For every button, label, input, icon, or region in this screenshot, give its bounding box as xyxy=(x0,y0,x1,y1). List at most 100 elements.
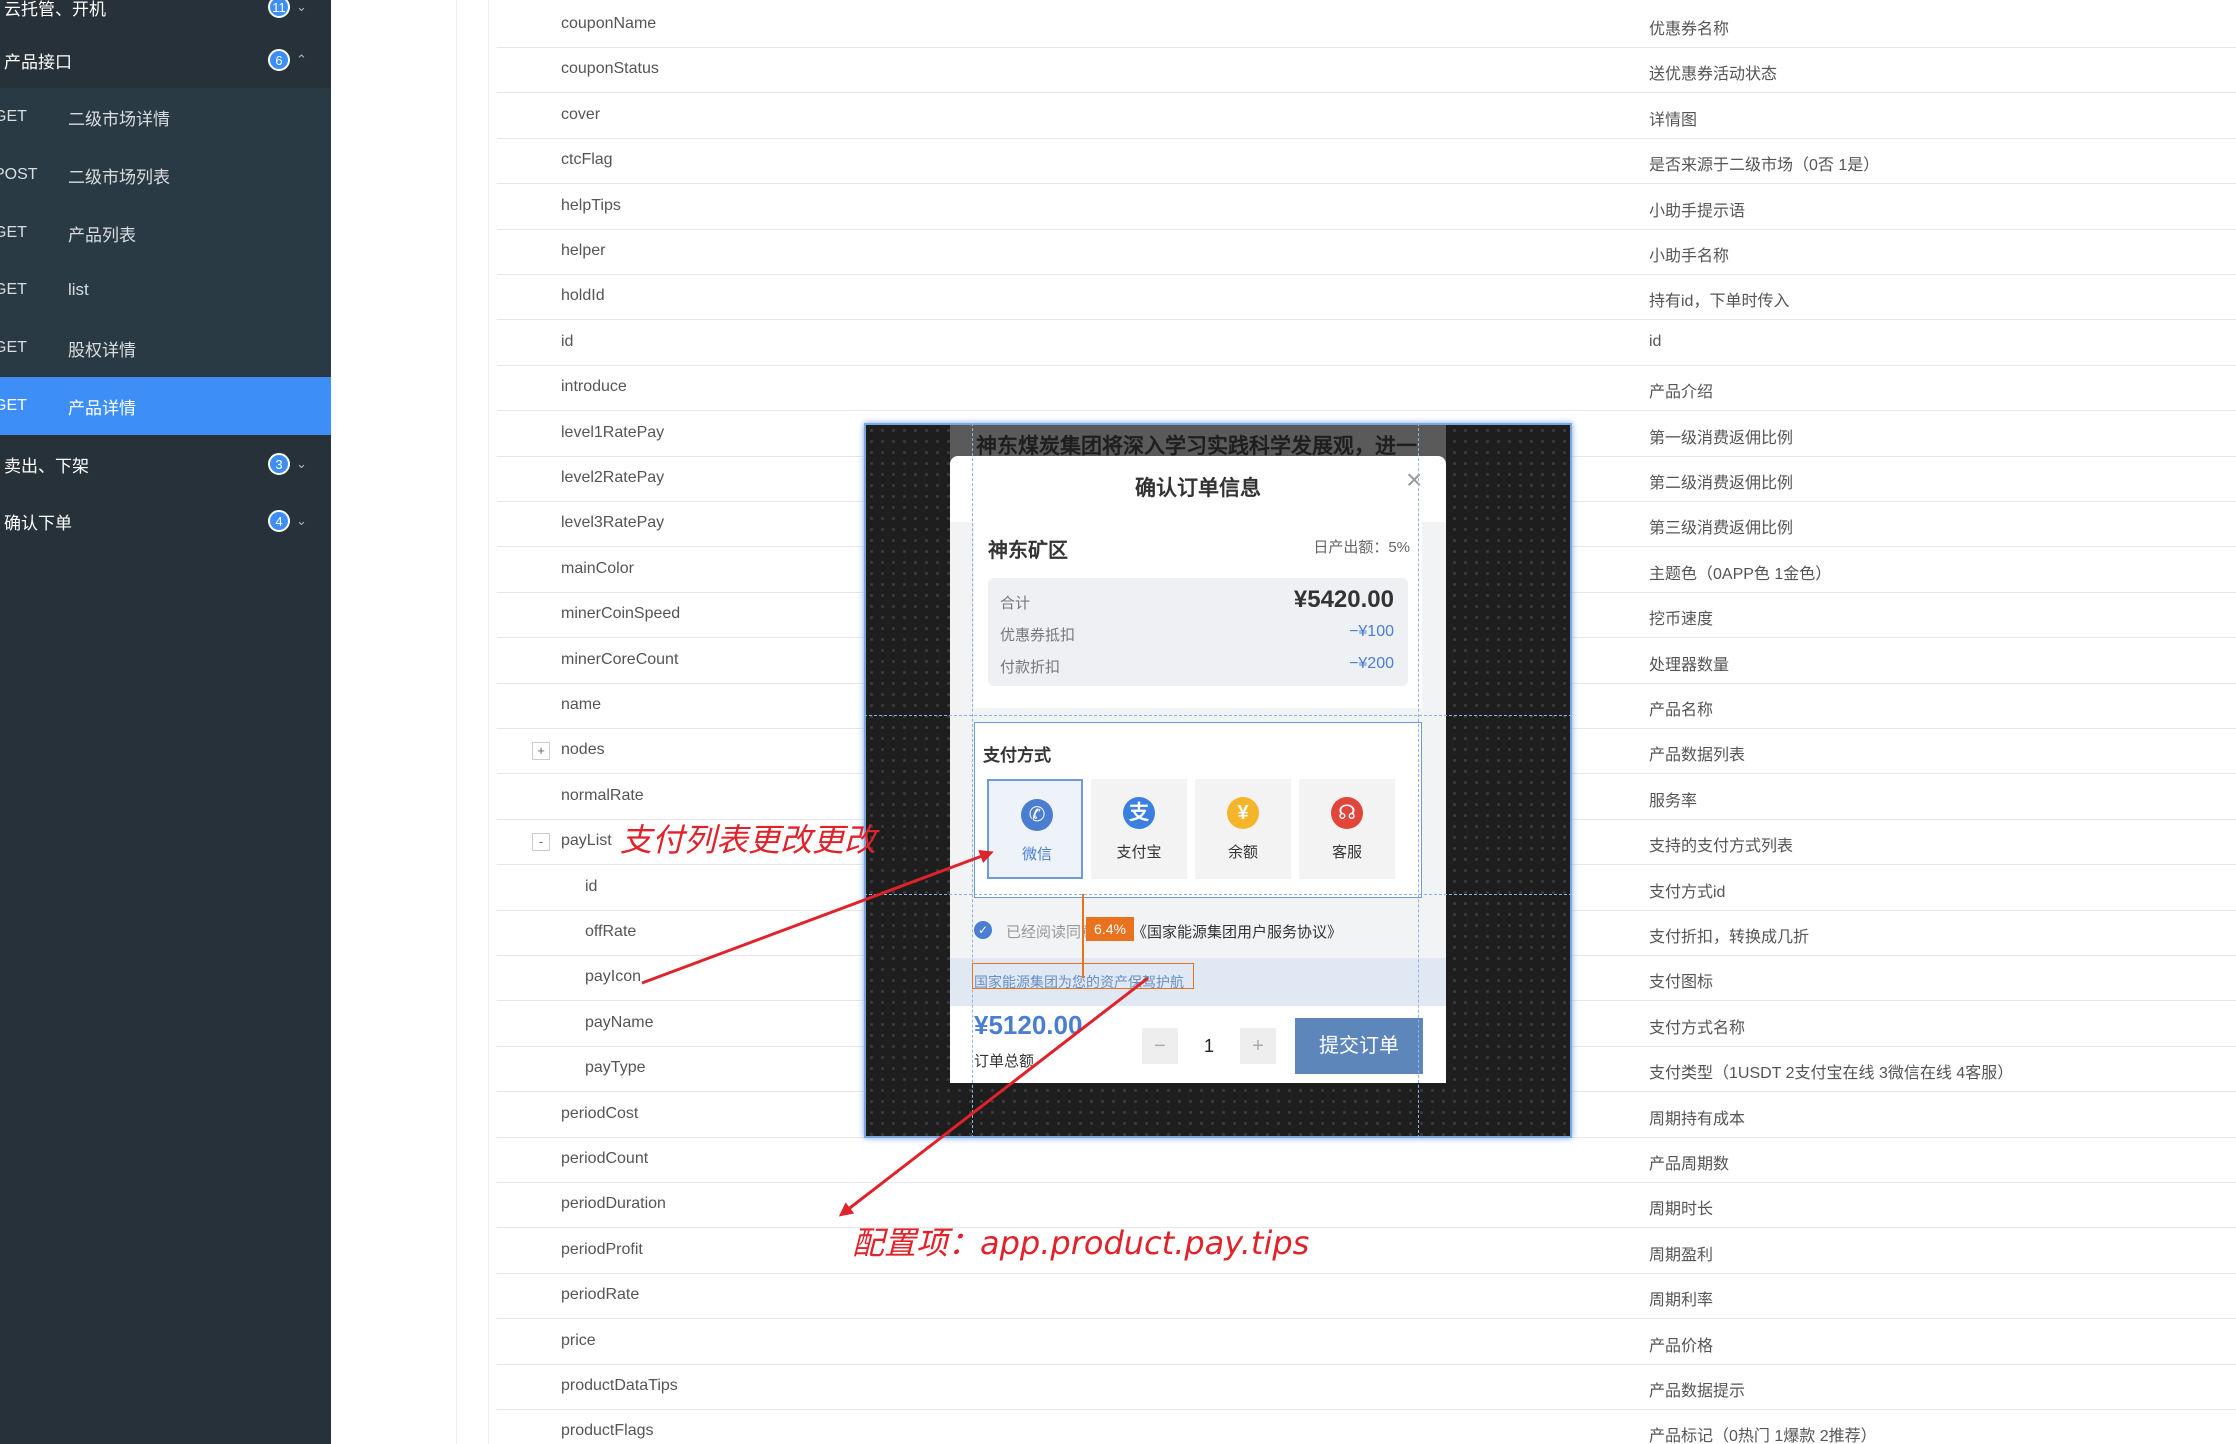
param-description: 产品名称 xyxy=(1649,702,1714,719)
pay-method-option[interactable]: ¥ 余额 xyxy=(1195,779,1291,879)
sidebar-item-label: 产品列表 xyxy=(68,225,136,245)
sidebar-item-label: 二级市场详情 xyxy=(68,109,170,129)
guide-line xyxy=(972,423,973,1138)
qty-value[interactable]: 1 xyxy=(1178,1028,1240,1064)
qty-plus-button[interactable]: + xyxy=(1240,1028,1276,1064)
param-name: ctcFlag xyxy=(561,151,613,168)
sidebar-item[interactable]: GET 二级市场详情 xyxy=(0,88,331,146)
sidebar-group[interactable]: 确认下单 4 ⌄ xyxy=(0,492,331,550)
daily-output: 日产出额：5% xyxy=(1313,539,1410,556)
discount-label: 付款折扣 xyxy=(1000,659,1061,676)
param-description: id xyxy=(1649,333,1662,350)
param-description: 产品介绍 xyxy=(1649,384,1714,401)
pay-method-option[interactable]: ☊ 客服 xyxy=(1299,779,1395,879)
param-name: payName xyxy=(585,1014,654,1031)
param-description: 第三级消费返佣比例 xyxy=(1649,520,1794,537)
sidebar-item[interactable]: GET 股权详情 xyxy=(0,319,331,377)
sidebar-item[interactable]: GET list xyxy=(0,261,331,319)
table-row: productDataTips 产品数据提示 xyxy=(497,1365,2236,1410)
param-description: 产品数据提示 xyxy=(1649,1383,1746,1400)
param-description: 第二级消费返佣比例 xyxy=(1649,475,1794,492)
gutter-divider xyxy=(488,0,489,1444)
param-name: level1RatePay xyxy=(561,424,665,441)
sidebar-group-label: 卖出、下架 xyxy=(4,456,89,476)
mine-name: 神东矿区 xyxy=(988,540,1068,562)
param-name: name xyxy=(561,696,602,713)
param-name: nodes xyxy=(561,741,605,758)
pay-method-option[interactable]: ✆ 微信 xyxy=(987,779,1083,879)
param-description: 支付类型（1USDT 2支付宝在线 3微信在线 4客服） xyxy=(1649,1065,2014,1082)
param-description: 周期利率 xyxy=(1649,1292,1714,1309)
count-badge: 6 xyxy=(268,49,290,71)
param-description: 处理器数量 xyxy=(1649,657,1730,674)
http-method: GET xyxy=(0,281,27,298)
http-method: GET xyxy=(0,108,27,125)
price-breakdown: 合计 ¥5420.00 优惠券抵扣 −¥100 付款折扣 −¥200 xyxy=(988,578,1408,686)
table-row: helpTips 小助手提示语 xyxy=(497,185,2236,230)
sidebar-item-label: 产品详情 xyxy=(68,398,136,418)
collapse-icon[interactable]: - xyxy=(532,833,550,851)
param-description: 支付方式id xyxy=(1649,884,1726,901)
submit-order-button[interactable]: 提交订单 xyxy=(1295,1018,1423,1074)
guide-line xyxy=(1418,423,1419,1138)
sidebar-item[interactable]: GET 产品详情 xyxy=(0,377,331,435)
param-name: helper xyxy=(561,242,606,259)
config-annotation: 配置项：app.product.pay.tips xyxy=(852,1224,1310,1262)
pay-method-card: 支付方式 ✆ 微信 支支付宝 ¥ 余额 ☊ 客服 xyxy=(974,722,1422,898)
param-description: 第一级消费返佣比例 xyxy=(1649,430,1794,447)
table-row: introduce 产品介绍 xyxy=(497,366,2236,411)
modal-title: 确认订单信息 xyxy=(1135,477,1261,500)
param-description: 详情图 xyxy=(1649,112,1698,129)
agreement-link[interactable]: 《国家能源集团用户服务协议》 xyxy=(1132,921,1342,942)
sidebar-item[interactable]: POST 二级市场列表 xyxy=(0,146,331,204)
param-name: payType xyxy=(585,1059,646,1076)
selection-box xyxy=(972,963,1194,989)
table-row: couponName 优惠券名称 xyxy=(497,3,2236,48)
coupon-value: −¥100 xyxy=(1349,623,1394,640)
table-row: holdId 持有id，下单时传入 xyxy=(497,275,2236,320)
param-description: 是否来源于二级市场（0否 1是） xyxy=(1649,157,1880,174)
param-description: 周期时长 xyxy=(1649,1201,1714,1218)
chevron-icon: ⌄ xyxy=(296,0,307,14)
table-row: cover 详情图 xyxy=(497,94,2236,139)
checkbox-checked-icon[interactable]: ✓ xyxy=(974,921,992,939)
param-description: 周期持有成本 xyxy=(1649,1111,1746,1128)
quantity-stepper: − 1 + xyxy=(1142,1028,1276,1064)
total-label: 合计 xyxy=(1000,595,1031,612)
param-description: 支付方式名称 xyxy=(1649,1020,1746,1037)
param-name: level2RatePay xyxy=(561,469,665,486)
phone-preview: 神东煤炭集团将深入学习实践科学发展观，进一 确认订单信息 × 神东矿区 日产出额… xyxy=(864,423,1572,1138)
sidebar-item[interactable]: GET 产品列表 xyxy=(0,204,331,262)
total-value: ¥5420.00 xyxy=(1293,586,1394,613)
param-name: id xyxy=(561,333,574,350)
pay-method-label: 微信 xyxy=(1021,846,1052,863)
sidebar-item-label: list xyxy=(68,280,89,299)
table-row: periodRate 周期利率 xyxy=(497,1274,2236,1319)
param-name: id xyxy=(585,878,598,895)
pay-method-label: 客服 xyxy=(1331,844,1362,861)
table-row: periodDuration 周期时长 xyxy=(497,1183,2236,1228)
param-name: periodCost xyxy=(561,1105,639,1122)
sidebar-group[interactable]: 卖出、下架 3 ⌄ xyxy=(0,435,331,493)
close-icon[interactable]: × xyxy=(1406,464,1422,496)
sidebar-group[interactable]: 产品接口 6 ⌃ xyxy=(0,31,331,89)
qty-minus-button[interactable]: − xyxy=(1142,1028,1178,1064)
param-name: payIcon xyxy=(585,968,642,985)
order-total-label: 订单总额 xyxy=(974,1053,1035,1070)
guide-line xyxy=(864,894,1572,895)
pay-method-option[interactable]: 支支付宝 xyxy=(1091,779,1187,879)
coupon-label: 优惠券抵扣 xyxy=(1000,627,1076,644)
param-name: offRate xyxy=(585,923,637,940)
param-description: 送优惠券活动状态 xyxy=(1649,66,1778,83)
expand-icon[interactable]: + xyxy=(532,742,550,760)
paylist-annotation: 支付列表更改更改 xyxy=(620,821,877,859)
param-description: 支付折扣，转换成几折 xyxy=(1649,929,1810,946)
param-name: couponStatus xyxy=(561,60,659,77)
param-description: 周期盈利 xyxy=(1649,1247,1714,1264)
agreement-row[interactable]: ✓ 已经阅读同意 《国家能源集团用户服务协议》 xyxy=(974,912,1422,946)
table-row: id id xyxy=(497,321,2236,366)
table-row: ctcFlag 是否来源于二级市场（0否 1是） xyxy=(497,139,2236,184)
param-name: productFlags xyxy=(561,1422,654,1439)
measure-badge: 6.4% xyxy=(1086,917,1134,941)
param-description: 主题色（0APP色 1金色） xyxy=(1649,566,1832,583)
